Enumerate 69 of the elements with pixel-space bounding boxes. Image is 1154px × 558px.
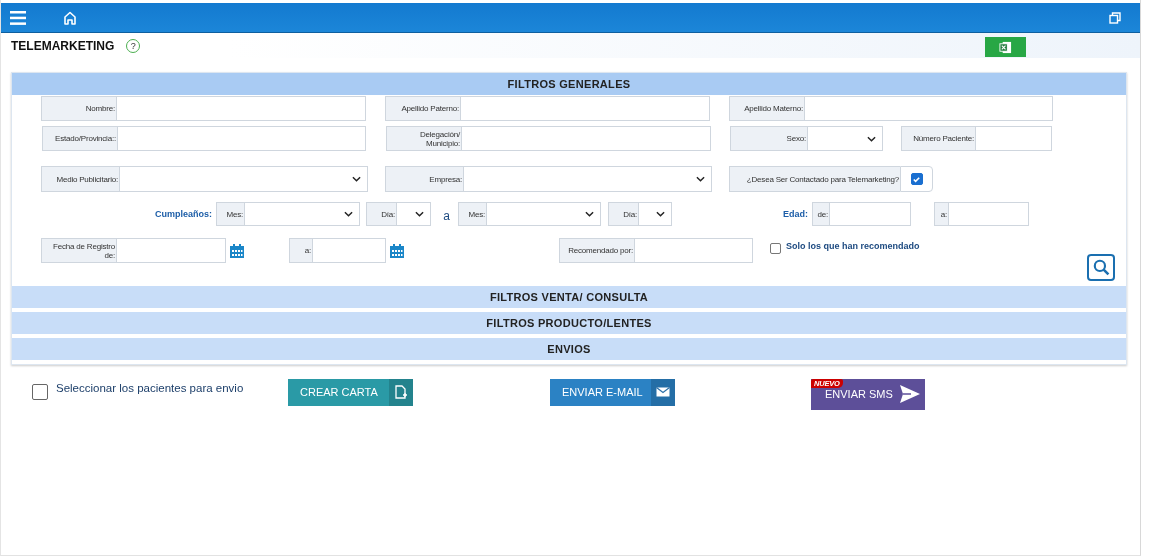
- field-label: Mes:: [458, 202, 486, 226]
- calendar-icon[interactable]: [229, 242, 245, 259]
- section-header[interactable]: ENVIOS: [12, 338, 1126, 360]
- field-label: Nombre:: [41, 96, 116, 121]
- input-field[interactable]: [460, 96, 710, 121]
- input-field[interactable]: [975, 126, 1052, 151]
- chevron-down-icon: [415, 211, 424, 217]
- input-field[interactable]: [116, 238, 226, 263]
- input-field[interactable]: [117, 126, 366, 151]
- field-label: ¿Desea Ser Contactado para Telemarketing?: [729, 166, 900, 192]
- field-label: Medio Publicitario:: [41, 166, 119, 192]
- field-label: Empresa:: [385, 166, 463, 192]
- field-label: Apellido Materno:: [729, 96, 804, 121]
- field-label: a:: [289, 238, 312, 263]
- dropdown[interactable]: [638, 202, 672, 226]
- dropdown[interactable]: [463, 166, 712, 192]
- envelope-icon: [656, 387, 670, 397]
- input-field[interactable]: [829, 202, 911, 226]
- checkbox[interactable]: [32, 384, 48, 400]
- field-label: Día:: [366, 202, 396, 226]
- field-label: a:: [934, 202, 948, 226]
- chevron-down-icon: [867, 135, 876, 142]
- chevron-down-icon: [656, 211, 665, 217]
- new-document-icon: [395, 385, 407, 399]
- dropdown[interactable]: [807, 126, 883, 151]
- filter-caption: Edad:: [782, 208, 809, 221]
- chevron-down-icon: [585, 211, 594, 217]
- field-label: Apellido Paterno:: [385, 96, 460, 121]
- input-field[interactable]: [461, 126, 711, 151]
- calendar-icon[interactable]: [389, 242, 405, 259]
- checkbox-label: Seleccionar los pacientes para envio: [56, 382, 245, 394]
- checkbox[interactable]: [770, 243, 781, 254]
- home-icon[interactable]: [63, 10, 77, 25]
- input-field[interactable]: [804, 96, 1053, 121]
- field-label: Fecha de Registro de:: [41, 238, 116, 263]
- field-label: Estado/Provincia::: [42, 126, 117, 151]
- page-title: TELEMARKETING: [11, 38, 115, 53]
- field-label: Delegación/ Municipio:: [386, 126, 461, 151]
- field-label: Número Paciente:: [901, 126, 975, 151]
- range-separator: a: [442, 208, 451, 225]
- chevron-down-icon: [352, 176, 361, 182]
- chevron-down-icon: [344, 211, 353, 217]
- field-label: de:: [812, 202, 829, 226]
- send-icon: [900, 385, 920, 403]
- filter-caption: Cumpleaños:: [154, 208, 213, 221]
- dropdown[interactable]: [396, 202, 431, 226]
- menu-icon[interactable]: [10, 10, 26, 25]
- dropdown[interactable]: [486, 202, 601, 226]
- input-field[interactable]: [948, 202, 1029, 226]
- dropdown[interactable]: [244, 202, 360, 226]
- field-label: Sexo:: [730, 126, 807, 151]
- checkbox[interactable]: [910, 173, 923, 185]
- input-field[interactable]: [634, 238, 753, 263]
- field-label: Recomendado por:: [559, 238, 634, 263]
- input-field[interactable]: [116, 96, 366, 121]
- input-field[interactable]: [312, 238, 386, 263]
- section-header[interactable]: FILTROS VENTA/ CONSULTA: [12, 286, 1126, 308]
- search-button[interactable]: [1087, 254, 1115, 281]
- send-email-button[interactable]: ENVIAR E-MAIL: [550, 378, 675, 406]
- checkbox-label: Solo los que han recomendado: [786, 241, 920, 253]
- section-header[interactable]: FILTROS GENERALES: [12, 73, 1126, 95]
- section-header[interactable]: FILTROS PRODUCTO/LENTES: [12, 312, 1126, 334]
- chevron-down-icon: [696, 176, 705, 182]
- restore-window-icon[interactable]: [1109, 11, 1121, 24]
- spreadsheet-icon: [999, 40, 1012, 54]
- field-label: Día:: [608, 202, 638, 226]
- field-label: Mes:: [216, 202, 244, 226]
- excel-export-button[interactable]: [985, 37, 1026, 57]
- dropdown[interactable]: [119, 166, 368, 192]
